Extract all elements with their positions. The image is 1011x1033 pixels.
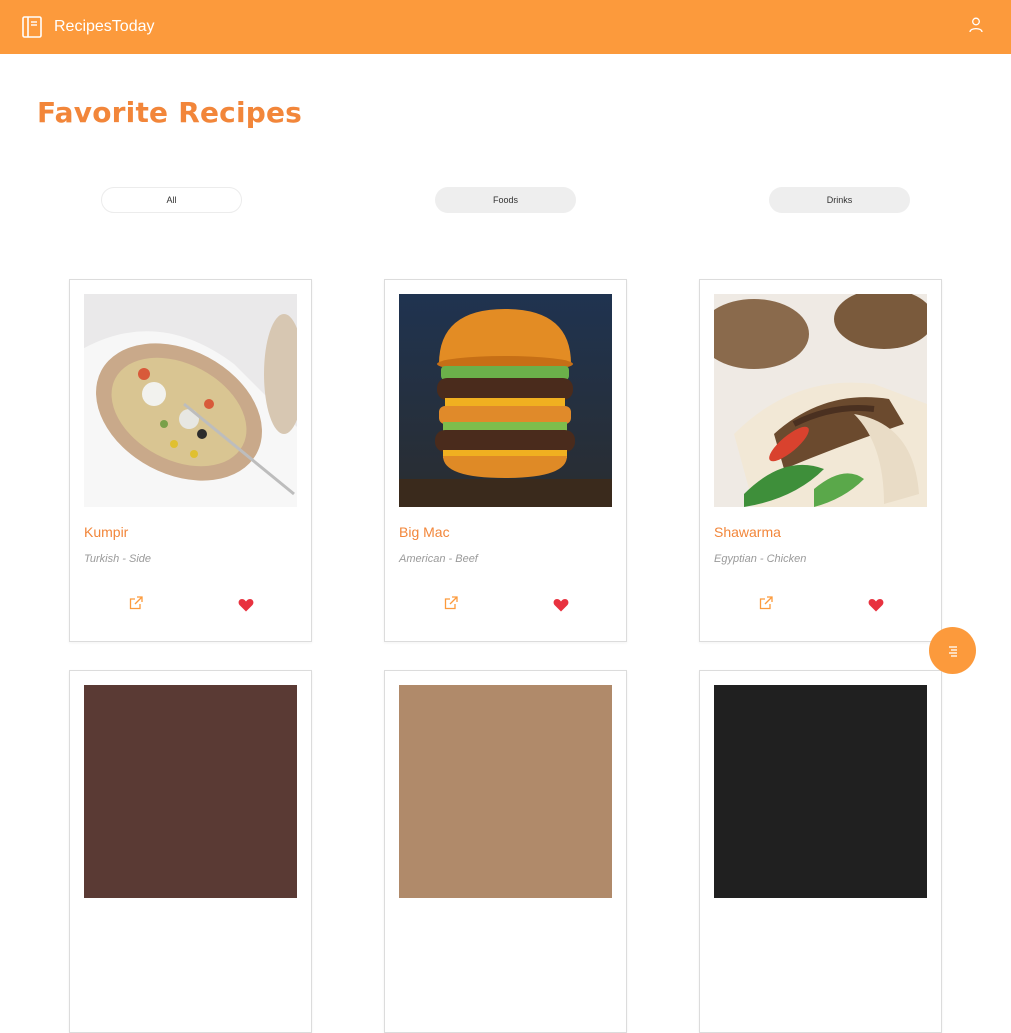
user-icon[interactable]	[969, 17, 983, 33]
recipe-image[interactable]	[399, 294, 612, 507]
recipe-title[interactable]: Kumpir	[84, 524, 128, 540]
menu-fab-button[interactable]	[929, 627, 976, 674]
filter-all-button[interactable]: All	[101, 187, 242, 213]
share-link-icon[interactable]	[129, 596, 143, 610]
recipe-image[interactable]	[714, 685, 927, 898]
recipe-meta: Turkish - Side	[84, 553, 152, 565]
heart-icon[interactable]	[238, 598, 254, 612]
filter-foods-button[interactable]: Foods	[435, 187, 576, 213]
heart-icon[interactable]	[553, 598, 569, 612]
share-link-icon[interactable]	[759, 596, 773, 610]
recipe-card[interactable]	[69, 670, 312, 1033]
recipe-card[interactable]	[699, 670, 942, 1033]
recipe-card[interactable]	[384, 670, 627, 1033]
menu-icon	[948, 645, 957, 657]
recipe-card-kumpir[interactable]: Kumpir Turkish - Side	[69, 279, 312, 642]
top-navbar: RecipesToday	[0, 0, 1011, 54]
recipe-meta: American - Beef	[399, 553, 478, 565]
recipe-meta: Egyptian - Chicken	[714, 553, 807, 565]
recipe-image[interactable]	[84, 685, 297, 898]
filter-drinks-button[interactable]: Drinks	[769, 187, 910, 213]
heart-icon[interactable]	[868, 598, 884, 612]
page-title: Favorite Recipes	[37, 96, 303, 129]
recipe-title[interactable]: Shawarma	[714, 524, 781, 540]
recipe-image[interactable]	[399, 685, 612, 898]
recipe-image[interactable]	[84, 294, 297, 507]
recipe-title[interactable]: Big Mac	[399, 524, 450, 540]
recipe-card-big-mac[interactable]: Big Mac American - Beef	[384, 279, 627, 642]
share-link-icon[interactable]	[444, 596, 458, 610]
brand-name: RecipesToday	[54, 18, 155, 35]
recipe-card-shawarma[interactable]: Shawarma Egyptian - Chicken	[699, 279, 942, 642]
book-icon	[22, 16, 42, 38]
brand[interactable]: RecipesToday	[22, 16, 155, 38]
recipe-image[interactable]	[714, 294, 927, 507]
